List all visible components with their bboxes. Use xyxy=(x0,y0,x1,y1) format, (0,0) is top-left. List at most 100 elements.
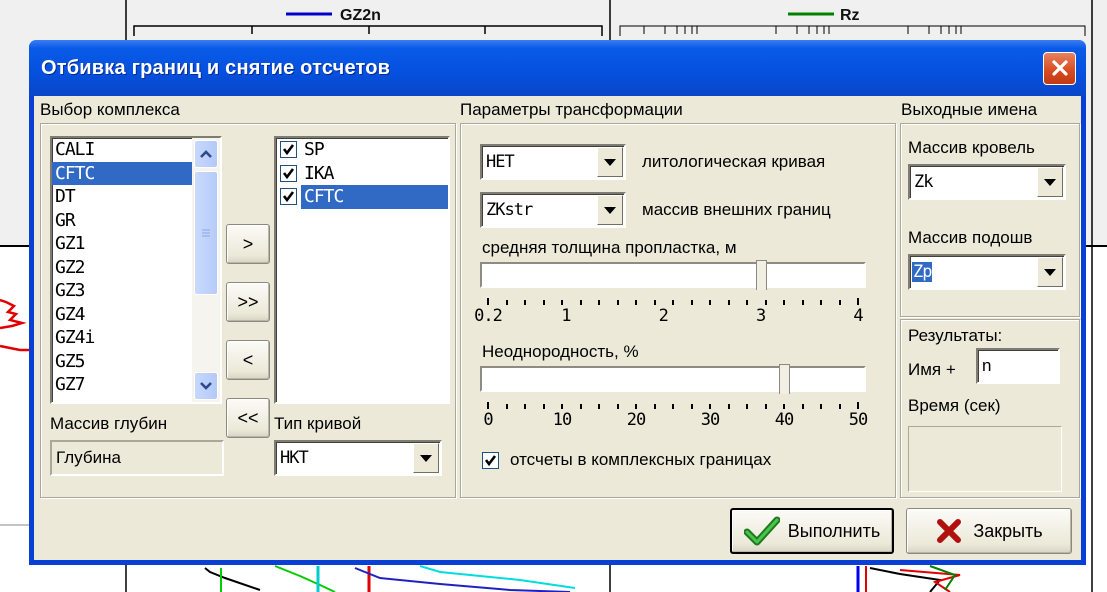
roof-array-select[interactable]: Zk xyxy=(908,164,1066,200)
thickness-slider-tick xyxy=(616,300,619,305)
available-curve-item[interactable]: GR xyxy=(52,209,192,233)
thickness-slider-thumb[interactable] xyxy=(755,260,767,290)
sole-array-select[interactable]: Zp xyxy=(908,254,1066,290)
thickness-slider-tick xyxy=(801,300,804,305)
checkmark-icon xyxy=(282,191,295,203)
thickness-slider-tick xyxy=(746,300,748,305)
thickness-slider-tick xyxy=(505,300,508,305)
heterogeneity-slider-tick xyxy=(764,404,767,409)
thickness-slider-tick xyxy=(524,300,526,305)
thickness-slider-tick xyxy=(579,300,582,305)
heterogeneity-slider-tick xyxy=(727,404,730,409)
chevron-up-icon xyxy=(200,150,212,158)
thickness-slider-tick xyxy=(635,300,637,305)
external-bounds-select[interactable]: ZKstr xyxy=(480,192,626,228)
thickness-slider-tick xyxy=(727,300,730,305)
heterogeneity-slider-track[interactable] xyxy=(480,366,866,392)
x-icon xyxy=(937,519,962,543)
available-curve-item[interactable]: GZ1 xyxy=(52,232,192,256)
selected-curve-item[interactable]: CFTC xyxy=(276,185,448,209)
curve-type-select[interactable]: НКТ xyxy=(274,440,442,476)
legend-left-label: GZ2n xyxy=(340,7,381,24)
add-curve-button[interactable]: > xyxy=(226,224,270,264)
dropdown-arrow-icon[interactable] xyxy=(1037,257,1063,287)
results-label: Результаты: xyxy=(908,326,1003,345)
heterogeneity-slider-tick xyxy=(616,404,619,409)
depth-array-field: Глубина xyxy=(50,440,224,476)
available-curve-item[interactable]: GZ4 xyxy=(52,303,192,327)
heterogeneity-slider-tick xyxy=(820,404,822,409)
available-curve-item[interactable]: CALI xyxy=(52,138,192,162)
checkmark-icon xyxy=(743,516,780,546)
heterogeneity-slider[interactable]: 0 10 20 30 40 50 xyxy=(480,364,868,436)
selected-curve-label: CFTC xyxy=(301,185,448,209)
thickness-slider-tick xyxy=(598,300,600,305)
available-curve-item[interactable]: GZ7 xyxy=(52,373,192,397)
curve-checkbox[interactable] xyxy=(280,141,297,159)
dropdown-arrow-icon[interactable] xyxy=(1037,167,1063,197)
legend-right-label: Rz xyxy=(840,7,860,24)
selected-curve-item[interactable]: IKA xyxy=(276,162,448,186)
complex-bounds-checkbox[interactable] xyxy=(482,452,499,469)
section-title-transform: Параметры трансформации xyxy=(460,100,683,119)
close-button[interactable]: Закрыть xyxy=(906,508,1072,554)
thickness-slider-tick xyxy=(838,300,841,305)
heterogeneity-slider-tick xyxy=(801,404,804,409)
heterogeneity-slider-tick xyxy=(746,404,748,409)
close-window-button[interactable] xyxy=(1043,51,1076,85)
add-all-curves-button[interactable]: >> xyxy=(226,282,270,322)
available-curve-item[interactable]: GZ3 xyxy=(52,279,192,303)
heterogeneity-slider-tick xyxy=(561,404,563,409)
heterogeneity-slider-tick xyxy=(524,404,526,409)
roof-array-value: Zk xyxy=(914,172,934,192)
dropdown-arrow-icon[interactable] xyxy=(413,443,439,473)
available-curve-item[interactable]: GZ2 xyxy=(52,256,192,280)
heterogeneity-slider-tick xyxy=(857,402,859,409)
chevron-down-icon xyxy=(200,382,212,390)
thickness-slider[interactable]: 0.2 1 2 3 4 xyxy=(474,260,866,332)
dropdown-arrow-icon[interactable] xyxy=(597,147,623,177)
available-curve-item[interactable]: GZ4i xyxy=(52,326,192,350)
section-title-complex: Выбор комплекса xyxy=(40,100,180,119)
selected-curve-label: IKA xyxy=(304,162,335,184)
selected-curve-item[interactable]: SP xyxy=(276,138,448,162)
heterogeneity-slider-tick xyxy=(783,404,785,409)
thickness-slider-track[interactable] xyxy=(480,262,866,288)
checkmark-icon xyxy=(282,144,295,156)
checkmark-icon xyxy=(484,455,497,467)
close-icon xyxy=(1051,60,1068,76)
sole-array-label: Массив подошв xyxy=(908,228,1033,247)
remove-curve-button[interactable]: < xyxy=(226,340,270,380)
remove-all-curves-button[interactable]: << xyxy=(226,398,270,438)
thickness-label: средняя толщина пропластка, м xyxy=(482,238,737,257)
run-button[interactable]: Выполнить xyxy=(730,508,894,554)
selected-curves-list[interactable]: SP IKA CFTC xyxy=(274,136,450,404)
dialog-titlebar[interactable]: Отбивка границ и снятие отсчетов xyxy=(29,40,1086,96)
curve-type-label: Тип кривой xyxy=(274,414,362,433)
curve-checkbox[interactable] xyxy=(280,188,297,206)
scroll-up-button[interactable] xyxy=(194,140,218,168)
scroll-down-button[interactable] xyxy=(194,372,218,400)
heterogeneity-slider-thumb[interactable] xyxy=(779,364,790,394)
red-curve-left xyxy=(0,298,30,352)
available-list-scrollbar[interactable] xyxy=(192,138,220,402)
thickness-slider-tick-label: 4 xyxy=(853,306,863,326)
name-suffix-input[interactable]: n xyxy=(976,348,1060,384)
lithology-select[interactable]: НЕТ xyxy=(480,144,626,180)
available-curves-list[interactable]: CALI CFTC DT GR GZ1 GZ2 GZ3 GZ4 GZ4i GZ5 GZ7 xyxy=(50,136,222,404)
heterogeneity-slider-tick-label: 20 xyxy=(626,410,647,430)
time-field xyxy=(908,426,1062,492)
curves-bottom xyxy=(204,565,961,592)
depth-array-value: Глубина xyxy=(56,448,121,467)
boundary-picking-dialog: Отбивка границ и снятие отсчетов Выбор к… xyxy=(29,40,1086,565)
dropdown-arrow-icon[interactable] xyxy=(597,195,623,225)
selected-curve-label: SP xyxy=(304,139,325,160)
scroll-thumb[interactable] xyxy=(194,171,218,295)
available-curve-item[interactable]: CFTC xyxy=(52,161,192,185)
heterogeneity-slider-tick-label: 0 xyxy=(483,410,493,430)
available-curve-item[interactable]: DT xyxy=(52,185,192,209)
thickness-slider-tick xyxy=(561,300,563,305)
curve-checkbox[interactable] xyxy=(280,164,297,182)
available-curve-item[interactable]: GZ5 xyxy=(52,350,192,374)
thickness-slider-tick xyxy=(783,300,785,305)
